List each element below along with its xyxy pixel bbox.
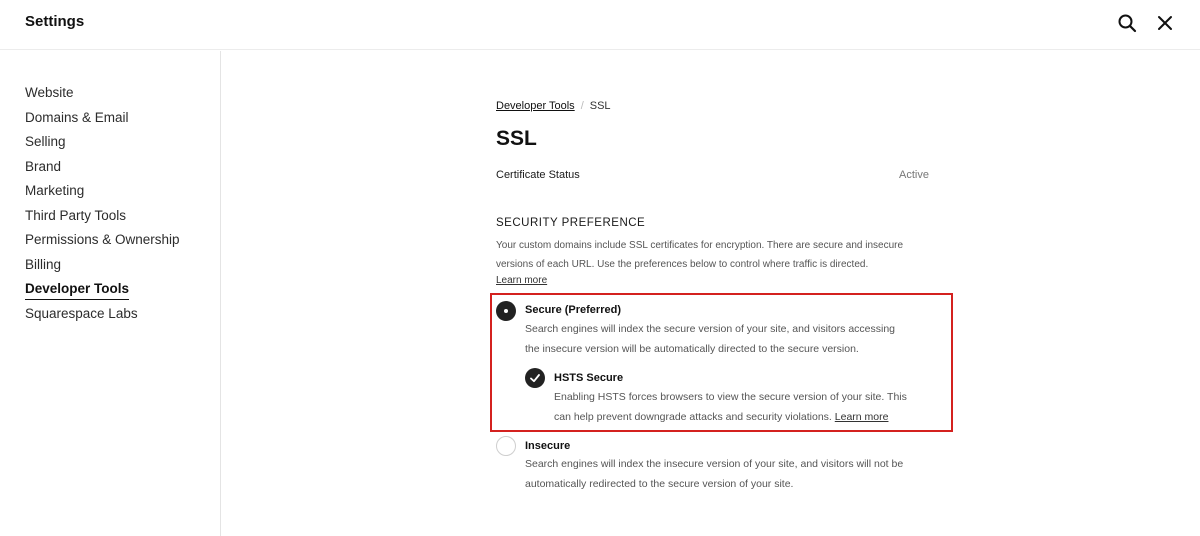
insecure-option-title: Insecure [525,440,571,452]
hsts-checkbox[interactable] [525,368,545,388]
learn-more-link[interactable]: Learn more [496,275,547,286]
insecure-option-description: Search engines will index the insecure v… [525,455,930,494]
certificate-status-label: Certificate Status [496,169,580,181]
sidebar-item-permissions-ownership[interactable]: Permissions & Ownership [25,232,180,247]
sidebar-item-selling[interactable]: Selling [25,134,66,149]
breadcrumb-current: SSL [589,100,611,112]
secure-option-title: Secure (Preferred) [525,304,621,316]
close-icon[interactable] [1154,12,1176,34]
sidebar-item-website[interactable]: Website [25,85,74,100]
certificate-status-row: Certificate Status Active [496,169,929,181]
security-desc-line-1: Your custom domains include SSL certific… [496,240,904,251]
security-preference-heading: SECURITY PREFERENCE [496,217,646,229]
hsts-desc-line-1: Enabling HSTS forces browsers to view th… [554,391,907,403]
hsts-desc-line-2-text: can help prevent downgrade attacks and s… [554,410,832,423]
secure-radio[interactable] [496,301,516,321]
insecure-radio[interactable] [496,436,516,456]
certificate-status-value: Active [899,169,929,181]
sidebar-item-developer-tools[interactable]: Developer Tools [25,281,130,300]
checkmark-icon [530,374,540,383]
security-desc-line-2: versions of each URL. Use the preference… [496,259,869,270]
sidebar-item-domains-email[interactable]: Domains & Email [25,110,129,125]
hsts-option-title: HSTS Secure [554,372,624,384]
sidebar-item-marketing[interactable]: Marketing [25,183,84,198]
settings-sidebar: Website Domains & Email Selling Brand Ma… [0,51,221,536]
hsts-desc-line-2: can help prevent downgrade attacks and s… [554,408,934,428]
ssl-panel: Developer Tools / SSL SSL Certificate Stat… [496,0,936,536]
security-preference-description: Your custom domains include SSL certific… [496,236,936,274]
secure-desc-line-2: the insecure version will be automatical… [525,342,859,355]
hsts-learn-more-link[interactable]: Learn more [835,411,889,423]
secure-desc-line-1: Search engines will index the secure ver… [525,323,896,335]
insecure-desc-line-1: Search engines will index the insecure v… [525,458,904,470]
sidebar-item-third-party-tools[interactable]: Third Party Tools [25,208,126,223]
breadcrumb: Developer Tools / SSL [496,100,611,112]
search-icon[interactable] [1116,12,1138,34]
breadcrumb-separator: / [580,100,584,112]
secure-option-description: Search engines will index the secure ver… [525,320,930,359]
sidebar-item-billing[interactable]: Billing [25,257,61,272]
breadcrumb-developer-tools-link[interactable]: Developer Tools [496,100,575,112]
insecure-desc-line-2: automatically redirected to the secure v… [525,477,794,490]
sidebar-item-squarespace-labs[interactable]: Squarespace Labs [25,306,138,321]
hsts-option-description: Enabling HSTS forces browsers to view th… [554,388,934,427]
settings-title: Settings [25,13,85,30]
page-title: SSL [496,127,537,150]
sidebar-item-brand[interactable]: Brand [25,159,61,174]
